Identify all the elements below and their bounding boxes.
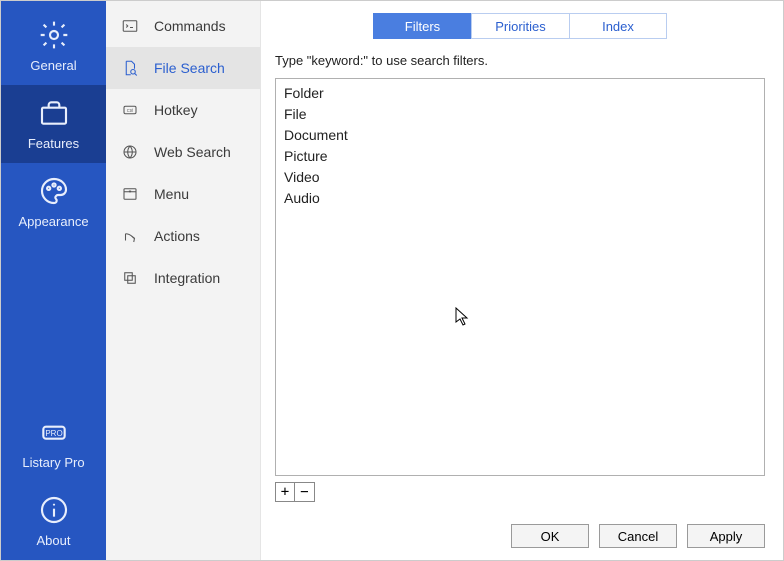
sidebar-item-appearance[interactable]: Appearance — [1, 163, 106, 241]
briefcase-icon — [38, 97, 70, 132]
settings-item-label: Hotkey — [154, 102, 198, 118]
remove-button[interactable]: − — [295, 482, 315, 502]
apply-button[interactable]: Apply — [687, 524, 765, 548]
ok-button[interactable]: OK — [511, 524, 589, 548]
settings-item-commands[interactable]: Commands — [106, 5, 260, 47]
globe-icon — [120, 142, 140, 162]
list-item[interactable]: File — [284, 104, 756, 125]
tab-index[interactable]: Index — [569, 13, 667, 39]
settings-item-label: Menu — [154, 186, 189, 202]
sidebar-item-features[interactable]: Features — [1, 85, 106, 163]
menu-icon — [120, 184, 140, 204]
pro-badge-icon: PRO — [38, 416, 70, 451]
tab-priorities[interactable]: Priorities — [471, 13, 569, 39]
tab-label: Priorities — [495, 19, 546, 34]
info-icon — [38, 494, 70, 529]
sidebar-item-about[interactable]: About — [1, 482, 106, 560]
sidebar-item-label: Appearance — [18, 214, 88, 229]
list-item[interactable]: Folder — [284, 83, 756, 104]
palette-icon — [38, 175, 70, 210]
sidebar-item-label: General — [30, 58, 76, 73]
settings-item-label: File Search — [154, 60, 225, 76]
file-search-icon — [120, 58, 140, 78]
list-item[interactable]: Video — [284, 167, 756, 188]
cancel-button[interactable]: Cancel — [599, 524, 677, 548]
sidebar-item-label: Listary Pro — [22, 455, 84, 470]
settings-item-menu[interactable]: Menu — [106, 173, 260, 215]
tab-filters[interactable]: Filters — [373, 13, 471, 39]
hotkey-icon: Ctrl — [120, 100, 140, 120]
footer-buttons: OK Cancel Apply — [275, 524, 765, 548]
share-arrow-icon — [120, 226, 140, 246]
list-item[interactable]: Document — [284, 125, 756, 146]
list-item[interactable]: Audio — [284, 188, 756, 209]
tab-label: Index — [602, 19, 634, 34]
tab-label: Filters — [405, 19, 440, 34]
settings-list: Commands File Search Ctrl Hotkey Web Sea… — [106, 1, 261, 560]
settings-item-file-search[interactable]: File Search — [106, 47, 260, 89]
tabs: Filters Priorities Index — [275, 13, 765, 39]
add-button[interactable]: + — [275, 482, 295, 502]
add-remove-bar: + − — [275, 482, 765, 502]
gear-icon — [38, 19, 70, 54]
sidebar-spacer — [1, 241, 106, 404]
settings-item-label: Actions — [154, 228, 200, 244]
settings-item-web-search[interactable]: Web Search — [106, 131, 260, 173]
terminal-icon — [120, 16, 140, 36]
settings-item-label: Web Search — [154, 144, 231, 160]
hint-text: Type "keyword:" to use search filters. — [275, 53, 765, 68]
sidebar-item-label: Features — [28, 136, 79, 151]
icon-sidebar: General Features Appearance PRO Listary … — [1, 1, 106, 560]
sidebar-item-label: About — [37, 533, 71, 548]
settings-item-label: Commands — [154, 18, 226, 34]
svg-text:PRO: PRO — [45, 429, 62, 438]
main-panel: Filters Priorities Index Type "keyword:"… — [261, 1, 783, 560]
sidebar-item-listary-pro[interactable]: PRO Listary Pro — [1, 404, 106, 482]
filters-listbox[interactable]: Folder File Document Picture Video Audio — [275, 78, 765, 476]
settings-item-hotkey[interactable]: Ctrl Hotkey — [106, 89, 260, 131]
settings-item-integration[interactable]: Integration — [106, 257, 260, 299]
list-item[interactable]: Picture — [284, 146, 756, 167]
settings-item-label: Integration — [154, 270, 220, 286]
stack-icon — [120, 268, 140, 288]
svg-text:Ctrl: Ctrl — [127, 108, 133, 113]
settings-item-actions[interactable]: Actions — [106, 215, 260, 257]
sidebar-item-general[interactable]: General — [1, 7, 106, 85]
